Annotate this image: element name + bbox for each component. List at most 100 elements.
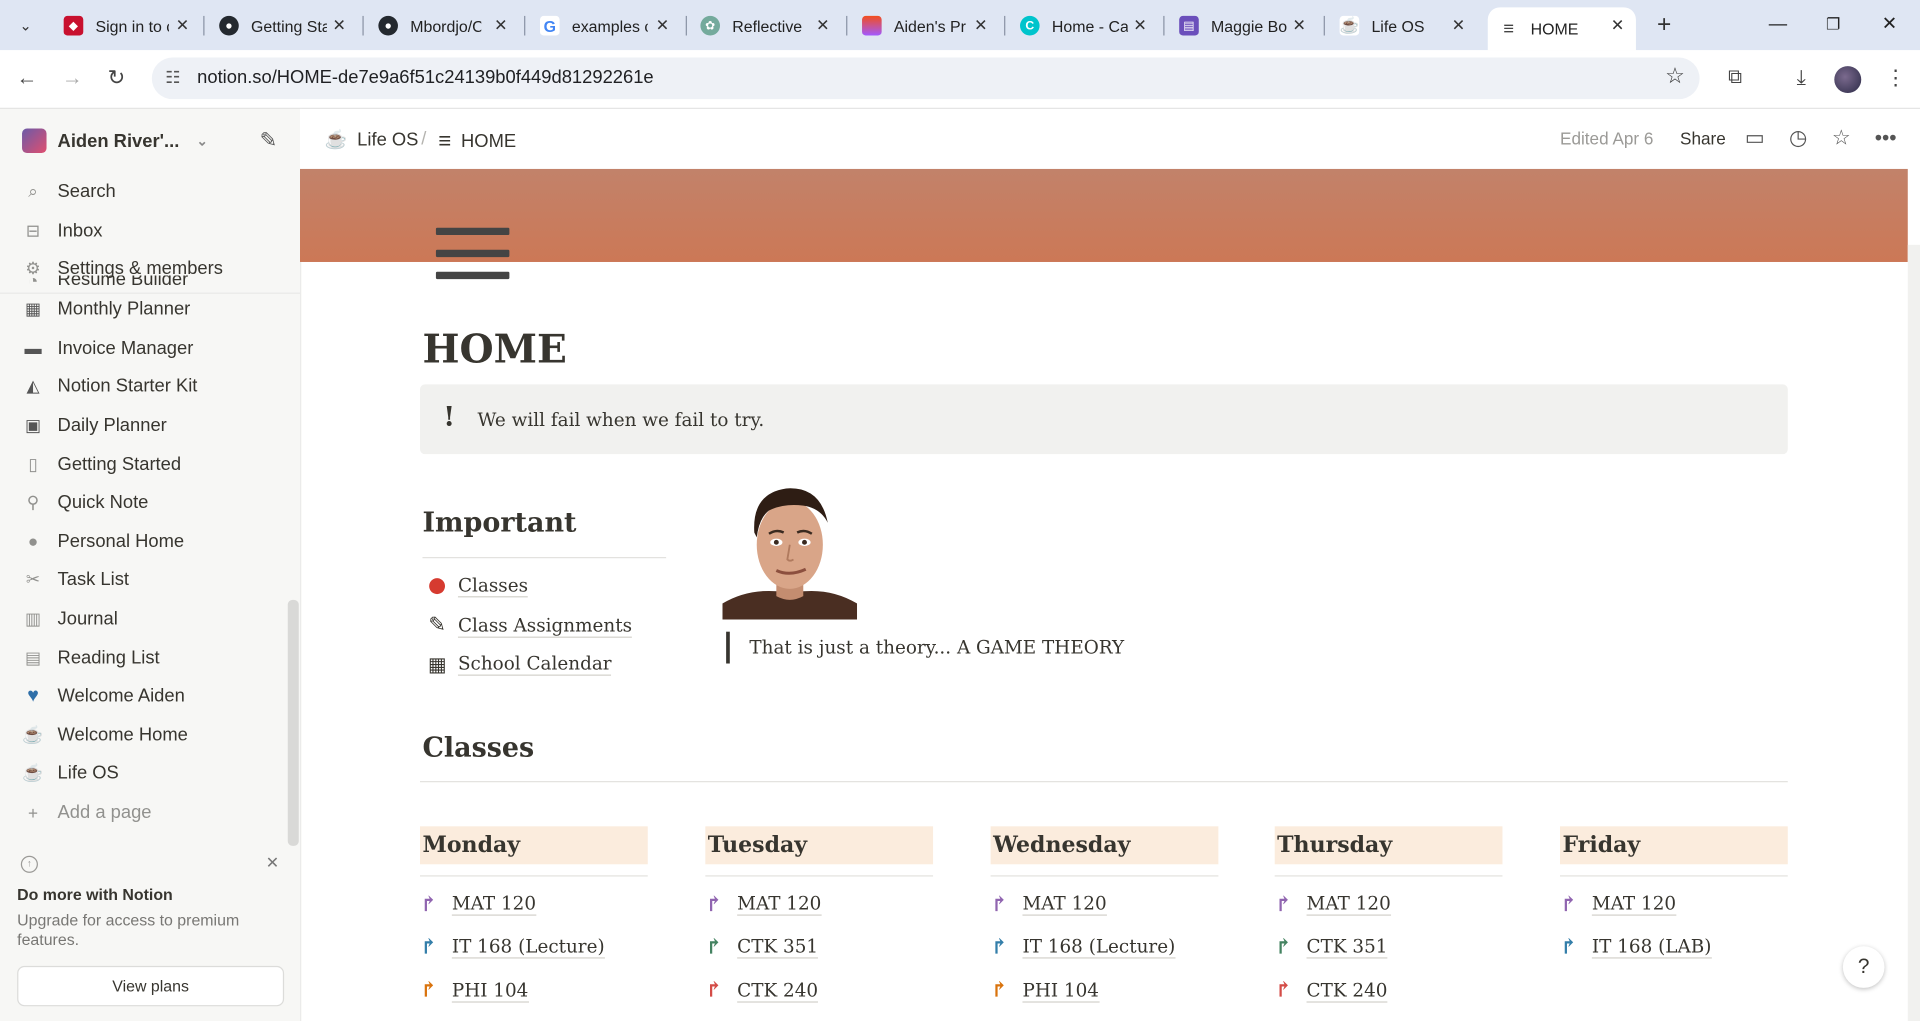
sidebar-item-resume-builder[interactable]: ◔ Resume Builder: [0, 275, 288, 290]
download-icon[interactable]: ⤓: [1787, 64, 1816, 93]
sidebar-item-getting-started[interactable]: ▯ Getting Started: [0, 445, 288, 484]
browser-menu-icon[interactable]: ⋮: [1881, 64, 1910, 93]
sidebar-item-inbox[interactable]: ⊟ Inbox: [0, 211, 300, 250]
class-link[interactable]: ↱ MAT 120: [705, 883, 933, 926]
sidebar-item-invoice-manager[interactable]: ▬ Invoice Manager: [0, 329, 288, 368]
sidebar-scrollbar[interactable]: [287, 599, 299, 846]
class-link[interactable]: ↱ MAT 120: [991, 883, 1219, 926]
browser-tab[interactable]: ✿ Reflective ✕: [700, 7, 833, 44]
comment-icon[interactable]: ▭: [1745, 126, 1765, 150]
sidebar-item-task-list[interactable]: ✂ Task List: [0, 561, 288, 600]
workspace-switcher[interactable]: Aiden River'... ⌄: [22, 128, 208, 154]
class-link[interactable]: ↱ MAT 120: [1560, 883, 1788, 926]
browser-tab[interactable]: ☕ Life OS ✕: [1339, 7, 1470, 44]
sidebar-item-notion-starter-kit[interactable]: ◭ Notion Starter Kit: [0, 367, 288, 406]
class-link[interactable]: ↱ IT 168 (Lecture): [420, 926, 648, 969]
tab-close-icon[interactable]: ✕: [1607, 15, 1629, 37]
class-link[interactable]: ↱ MAT 120: [1275, 883, 1503, 926]
browser-tab[interactable]: ◆ Sign in to c ✕: [63, 7, 194, 44]
tab-close-icon[interactable]: ✕: [1288, 15, 1310, 37]
sidebar-item-search[interactable]: ⌕ Search: [0, 173, 300, 212]
breadcrumb-life-os[interactable]: ☕ Life OS: [324, 129, 418, 150]
page-scrollbar[interactable]: [1907, 244, 1920, 1021]
sidebar-item-personal-home[interactable]: ● Personal Home: [0, 522, 288, 561]
class-link[interactable]: ↱ CTK 240: [705, 969, 933, 1012]
tab-close-icon[interactable]: ✕: [1447, 15, 1469, 37]
site-info-icon[interactable]: ☷: [165, 67, 180, 88]
link-school-calendar[interactable]: ▦ School Calendar: [425, 652, 612, 676]
sidebar-item-reading-list[interactable]: ▤ Reading List: [0, 638, 288, 677]
new-page-icon[interactable]: ✎: [260, 129, 277, 153]
class-link[interactable]: ↱ CTK 240: [1275, 969, 1503, 1012]
restore-icon[interactable]: ❐: [1805, 10, 1861, 39]
browser-tab[interactable]: ● Getting Sta ✕: [219, 7, 350, 44]
extensions-icon[interactable]: ⧉: [1720, 64, 1749, 93]
breadcrumb-home[interactable]: ≡ HOME: [438, 129, 516, 155]
quote-text[interactable]: That is just a theory... A GAME THEORY: [749, 637, 1124, 659]
view-plans-button[interactable]: View plans: [17, 965, 285, 1007]
tab-close-icon[interactable]: ✕: [171, 15, 193, 37]
class-label: CTK 240: [737, 979, 819, 1003]
share-button[interactable]: Share: [1680, 129, 1726, 149]
link-arrow-icon: ↱: [1274, 892, 1293, 917]
page-title[interactable]: HOME: [422, 326, 566, 373]
class-link[interactable]: ↱ PHI 104: [420, 969, 648, 1012]
link-arrow-icon: ↱: [1560, 892, 1578, 917]
back-arrow-icon[interactable]: ←: [12, 64, 41, 93]
favorite-star-icon[interactable]: ☆: [1832, 126, 1851, 150]
link-class-assignments[interactable]: ✎ Class Assignments: [425, 613, 633, 638]
forward-arrow-icon[interactable]: →: [58, 64, 87, 93]
tab-close-icon[interactable]: ✕: [970, 15, 992, 37]
browser-tab[interactable]: C Home - Ca ✕: [1020, 7, 1151, 44]
tab-title: Mbordjo/C: [410, 16, 482, 35]
tab-close-icon[interactable]: ✕: [328, 15, 350, 37]
tab-search-chevron-icon[interactable]: ⌄: [10, 10, 42, 42]
tab-close-icon[interactable]: ✕: [812, 15, 834, 37]
page-menu-icon[interactable]: [435, 227, 510, 294]
browser-tab[interactable]: G examples c ✕: [540, 7, 673, 44]
class-link[interactable]: ↱ MAT 120: [420, 883, 648, 926]
link-label: Class Assignments: [457, 613, 633, 638]
close-window-icon[interactable]: ✕: [1861, 10, 1917, 39]
reload-icon[interactable]: ↻: [102, 64, 131, 93]
class-link[interactable]: ↱ PHI 104: [991, 969, 1219, 1012]
class-link[interactable]: ↱ IT 168 (Lecture): [991, 926, 1219, 969]
history-clock-icon[interactable]: ◷: [1789, 126, 1807, 150]
tab-close-icon[interactable]: ✕: [651, 15, 673, 37]
profile-avatar[interactable]: [1834, 66, 1862, 94]
menu-icon: ≡: [438, 128, 452, 154]
sidebar-item-welcome-home[interactable]: ☕ Welcome Home: [0, 716, 288, 755]
bookmark-star-icon[interactable]: ☆: [1665, 64, 1685, 90]
browser-tab[interactable]: ● Mbordjo/C ✕: [378, 7, 511, 44]
minimize-icon[interactable]: —: [1750, 10, 1806, 39]
help-button[interactable]: ?: [1842, 946, 1885, 988]
callout-text[interactable]: We will fail when we fail to try.: [478, 409, 765, 431]
tab-close-icon[interactable]: ✕: [1129, 15, 1151, 37]
url-text[interactable]: notion.so/HOME-de7e9a6f51c24139b0f449d81…: [197, 67, 654, 88]
document-icon: ◔: [27, 275, 39, 291]
class-link[interactable]: ↱ IT 168 (LAB): [1560, 926, 1788, 969]
exclamation-icon: !: [443, 401, 456, 434]
browser-tab[interactable]: Aiden's Pr ✕: [862, 7, 992, 44]
address-bar[interactable]: ☷ notion.so/HOME-de7e9a6f51c24139b0f449d…: [151, 57, 1700, 100]
browser-toolbar: ← → ↻ ☷ notion.so/HOME-de7e9a6f51c24139b…: [0, 50, 1920, 109]
link-arrow-icon: ↱: [1560, 935, 1578, 960]
sidebar-item-daily-planner[interactable]: ▣ Daily Planner: [0, 406, 288, 445]
menu-icon: ≡: [1498, 18, 1519, 39]
close-icon[interactable]: ✕: [266, 853, 279, 873]
browser-tab[interactable]: ▤ Maggie Bo ✕: [1179, 7, 1310, 44]
class-link[interactable]: ↱ CTK 351: [1275, 926, 1503, 969]
sidebar-item-life-os[interactable]: ☕ Life OS: [0, 754, 288, 793]
new-tab-plus-icon[interactable]: +: [1649, 11, 1678, 40]
sidebar-item-welcome-aiden[interactable]: ♥ Welcome Aiden: [0, 677, 288, 716]
sidebar-add-page[interactable]: + Add a page: [0, 793, 288, 832]
tab-close-icon[interactable]: ✕: [490, 15, 512, 37]
browser-tab-active[interactable]: ≡ HOME ✕: [1487, 7, 1636, 51]
sidebar-item-journal[interactable]: ▥ Journal: [0, 600, 288, 639]
sidebar-item-quick-note[interactable]: ⚲ Quick Note: [0, 484, 288, 523]
chatgpt-icon: ✿: [700, 15, 721, 36]
more-options-icon[interactable]: •••: [1875, 126, 1897, 150]
sidebar-item-monthly-planner[interactable]: ▦ Monthly Planner: [0, 290, 288, 329]
link-classes[interactable]: ● Classes: [425, 573, 528, 597]
class-link[interactable]: ↱ CTK 351: [705, 926, 933, 969]
